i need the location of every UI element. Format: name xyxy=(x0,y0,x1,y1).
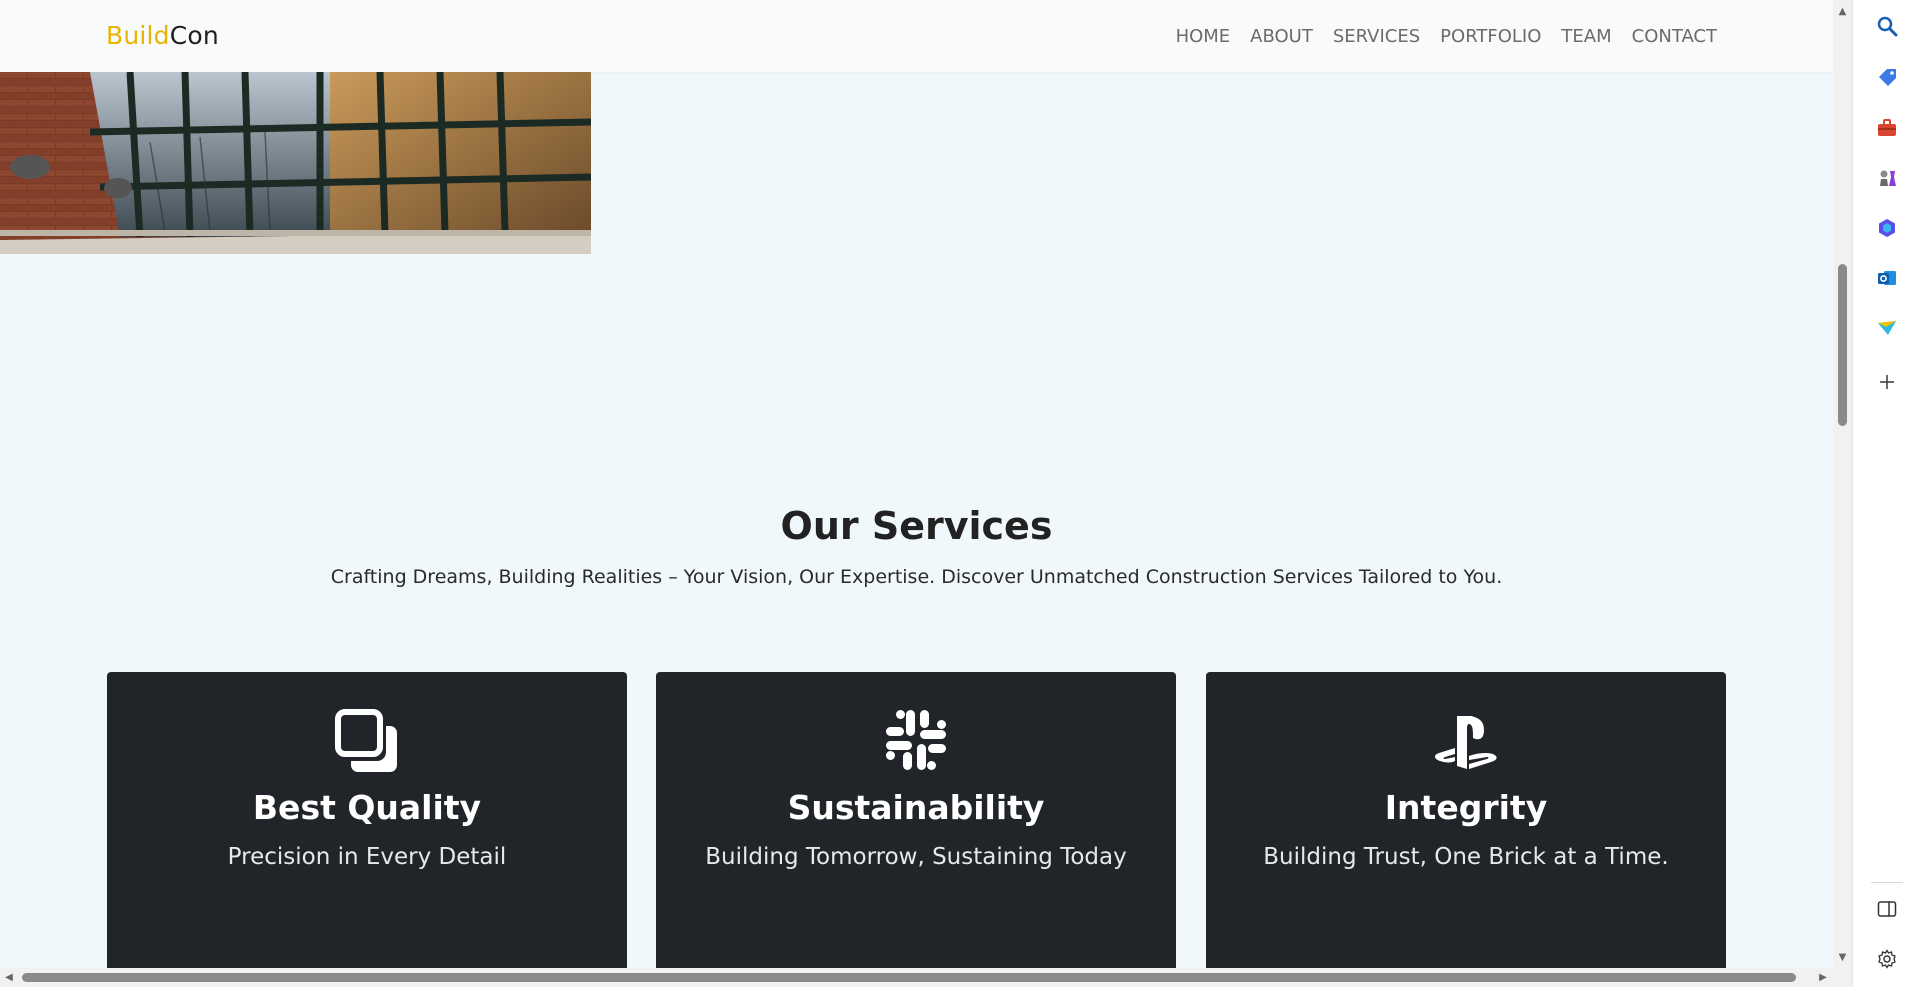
scroll-down-arrow-icon[interactable]: ▼ xyxy=(1833,948,1852,966)
send-icon[interactable] xyxy=(1867,308,1907,348)
settings-icon[interactable] xyxy=(1867,939,1907,979)
vertical-scrollbar[interactable]: ▲ ▼ xyxy=(1833,0,1852,968)
card-subtitle: Building Tomorrow, Sustaining Today xyxy=(705,844,1127,870)
brand-logo[interactable]: BuildCon xyxy=(106,21,219,50)
sidebar-divider xyxy=(1871,882,1903,883)
slack-icon xyxy=(656,708,1176,772)
building-photo xyxy=(0,72,591,254)
horizontal-scrollbar[interactable]: ◀ ▶ xyxy=(0,968,1852,987)
service-card-integrity: Integrity Building Trust, One Brick at a… xyxy=(1206,672,1726,968)
nav-home[interactable]: HOME xyxy=(1176,26,1231,47)
nav-contact[interactable]: CONTACT xyxy=(1632,26,1717,47)
card-title: Best Quality xyxy=(252,788,482,827)
nav-team[interactable]: TEAM xyxy=(1561,26,1611,47)
playstation-icon xyxy=(1206,708,1726,772)
nav-services[interactable]: SERVICES xyxy=(1333,26,1420,47)
brand-part-build: Build xyxy=(106,21,170,50)
card-title: Integrity xyxy=(1384,788,1548,827)
services-title: Our Services xyxy=(780,504,1053,548)
vertical-scroll-thumb[interactable] xyxy=(1838,264,1847,426)
browser-sidebar xyxy=(1852,0,1920,987)
main-nav: HOME ABOUT SERVICES PORTFOLIO TEAM CONTA… xyxy=(1176,26,1717,47)
nav-about[interactable]: ABOUT xyxy=(1250,26,1313,47)
brand-part-con: Con xyxy=(169,21,219,50)
copilot-icon[interactable] xyxy=(1867,208,1907,248)
horizontal-scroll-thumb[interactable] xyxy=(22,973,1796,982)
copy-squares-icon xyxy=(107,708,627,772)
card-subtitle: Building Trust, One Brick at a Time. xyxy=(1263,844,1669,870)
card-subtitle: Precision in Every Detail xyxy=(227,844,507,870)
tag-icon[interactable] xyxy=(1867,57,1907,97)
briefcase-icon[interactable] xyxy=(1867,108,1907,148)
chess-icon[interactable] xyxy=(1867,158,1907,198)
navbar: BuildCon HOME ABOUT SERVICES PORTFOLIO T… xyxy=(0,0,1833,72)
service-card-sustainability: Sustainability Building Tomorrow, Sustai… xyxy=(656,672,1176,968)
scroll-up-arrow-icon[interactable]: ▲ xyxy=(1833,2,1852,20)
nav-portfolio[interactable]: PORTFOLIO xyxy=(1440,26,1541,47)
add-icon[interactable] xyxy=(1867,362,1907,402)
search-icon[interactable] xyxy=(1867,6,1907,46)
services-subtitle: Crafting Dreams, Building Realities – Yo… xyxy=(330,566,1503,588)
scroll-right-arrow-icon[interactable]: ▶ xyxy=(1814,968,1832,987)
outlook-icon[interactable] xyxy=(1867,258,1907,298)
sidebar-toggle-icon[interactable] xyxy=(1867,889,1907,929)
card-title: Sustainability xyxy=(787,788,1045,827)
scroll-left-arrow-icon[interactable]: ◀ xyxy=(0,968,18,987)
service-card-best-quality: Best Quality Precision in Every Detail xyxy=(107,672,627,968)
page: BuildCon HOME ABOUT SERVICES PORTFOLIO T… xyxy=(0,0,1833,968)
